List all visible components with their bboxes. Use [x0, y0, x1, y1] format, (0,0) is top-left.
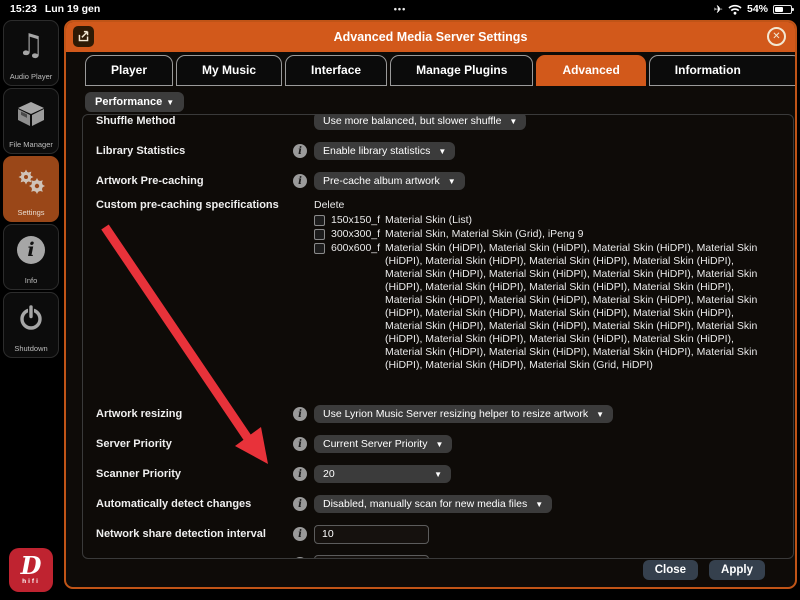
tab-player[interactable]: Player — [85, 55, 173, 86]
auto-detect-changes-dropdown[interactable]: Disabled, manually scan for new media fi… — [314, 495, 552, 513]
info-icon[interactable]: i — [293, 407, 307, 421]
delete-column-header: Delete — [314, 199, 774, 211]
open-external-icon[interactable] — [73, 26, 94, 47]
delete-checkbox[interactable] — [314, 229, 325, 240]
close-icon[interactable]: ✕ — [767, 27, 786, 46]
info-icon[interactable]: i — [293, 437, 307, 451]
precache-item-600: 600x600_f Material Skin (HiDPI), Materia… — [314, 242, 774, 372]
info-icon[interactable]: i — [293, 557, 307, 559]
status-bar: 15:23 Lun 19 gen ••• ✈ 54% — [0, 0, 800, 18]
gears-icon — [15, 157, 47, 206]
row-shuffle-method: Shuffle Method Use more balanced, but sl… — [83, 114, 793, 136]
menu-dots-icon[interactable]: ••• — [0, 4, 800, 14]
tab-advanced[interactable]: Advanced — [536, 55, 645, 86]
row-library-statistics: Library Statistics i Enable library stat… — [83, 136, 793, 166]
tab-interface[interactable]: Interface — [285, 55, 387, 86]
row-artwork-precaching: Artwork Pre-caching i Pre-cache album ar… — [83, 166, 793, 196]
artwork-precaching-dropdown[interactable]: Pre-cache album artwork▼ — [314, 172, 465, 190]
chevron-down-icon: ▼ — [434, 470, 442, 479]
performance-filter-dropdown[interactable]: Performance▼ — [85, 92, 184, 112]
row-max-playlist-length: Maximum Playlist Length i — [83, 549, 793, 559]
library-statistics-dropdown[interactable]: Enable library statistics▼ — [314, 142, 455, 160]
delete-checkbox[interactable] — [314, 215, 325, 226]
delete-checkbox[interactable] — [314, 243, 325, 254]
tab-bar: Player My Music Interface Manage Plugins… — [85, 55, 797, 86]
row-server-priority: Server Priority i Current Server Priorit… — [83, 429, 793, 459]
tab-manage-plugins[interactable]: Manage Plugins — [390, 55, 533, 86]
row-artwork-resizing: Artwork resizing i Use Lyrion Music Serv… — [83, 399, 793, 429]
box-icon — [16, 89, 46, 138]
dialog-title: Advanced Media Server Settings — [66, 30, 795, 44]
settings-scroll-panel[interactable]: Shuffle Method Use more balanced, but sl… — [82, 114, 794, 559]
dialog-footer: Close Apply — [643, 560, 765, 580]
row-network-share-interval: Network share detection interval i — [83, 519, 793, 549]
sidebar-item-file-manager[interactable]: File Manager — [3, 88, 59, 154]
close-button[interactable]: Close — [643, 560, 698, 580]
chevron-down-icon: ▼ — [166, 98, 174, 107]
sidebar-item-shutdown[interactable]: Shutdown — [3, 292, 59, 358]
precache-item-300: 300x300_f Material Skin, Material Skin (… — [314, 228, 774, 241]
scanner-priority-dropdown[interactable]: 20▼ — [314, 465, 451, 483]
info-icon[interactable]: i — [293, 174, 307, 188]
chevron-down-icon: ▼ — [448, 177, 456, 186]
dialog-titlebar: Advanced Media Server Settings ✕ — [66, 22, 795, 52]
sidebar-item-audio-player[interactable]: ♫ Audio Player — [3, 20, 59, 86]
server-priority-dropdown[interactable]: Current Server Priority▼ — [314, 435, 452, 453]
row-auto-detect-changes: Automatically detect changes i Disabled,… — [83, 489, 793, 519]
advanced-settings-dialog: Advanced Media Server Settings ✕ Player … — [64, 20, 797, 589]
info-icon[interactable]: i — [293, 144, 307, 158]
info-icon[interactable]: i — [293, 497, 307, 511]
tab-my-music[interactable]: My Music — [176, 55, 282, 86]
sidebar: ♫ Audio Player File Manager Settings i I… — [0, 18, 62, 600]
daphile-logo[interactable]: D hifi — [9, 548, 53, 592]
info-icon[interactable]: i — [293, 467, 307, 481]
battery-icon — [773, 5, 792, 14]
max-playlist-length-input[interactable] — [314, 555, 429, 560]
shuffle-method-dropdown[interactable]: Use more balanced, but slower shuffle▼ — [314, 114, 526, 130]
row-custom-precaching: Custom pre-caching specifications Delete… — [83, 199, 793, 373]
apply-button[interactable]: Apply — [709, 560, 765, 580]
info-icon: i — [17, 225, 45, 274]
sidebar-item-info[interactable]: i Info — [3, 224, 59, 290]
chevron-down-icon: ▼ — [435, 440, 443, 449]
music-note-icon: ♫ — [18, 21, 45, 70]
chevron-down-icon: ▼ — [509, 117, 517, 126]
chevron-down-icon: ▼ — [438, 147, 446, 156]
power-icon — [17, 293, 45, 342]
tab-information[interactable]: Information — [649, 55, 797, 86]
precache-item-150: 150x150_f Material Skin (List) — [314, 214, 774, 227]
row-scanner-priority: Scanner Priority i 20▼ — [83, 459, 793, 489]
network-share-interval-input[interactable] — [314, 525, 429, 544]
screen: 15:23 Lun 19 gen ••• ✈ 54% ♫ Audio Playe… — [0, 0, 800, 600]
info-icon[interactable]: i — [293, 527, 307, 541]
artwork-resizing-dropdown[interactable]: Use Lyrion Music Server resizing helper … — [314, 405, 613, 423]
chevron-down-icon: ▼ — [535, 500, 543, 509]
chevron-down-icon: ▼ — [596, 410, 604, 419]
sidebar-item-settings[interactable]: Settings — [3, 156, 59, 222]
